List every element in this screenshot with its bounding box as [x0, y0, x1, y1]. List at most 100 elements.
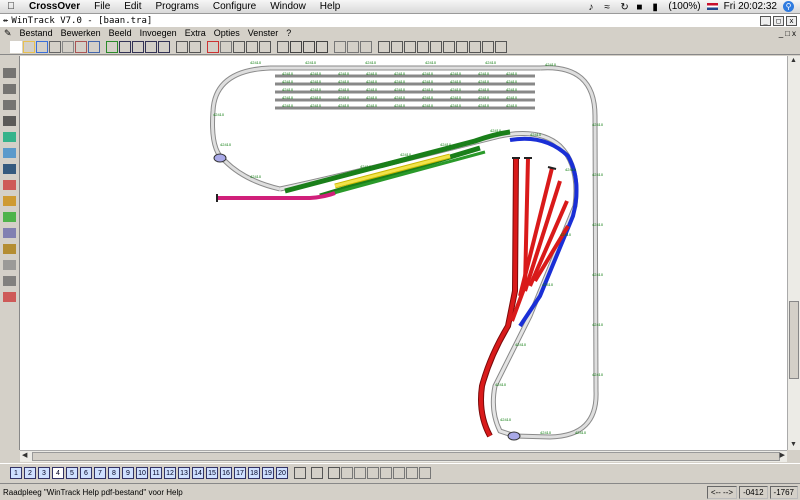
menu-venster[interactable]: Venster [244, 28, 283, 38]
block-2-icon[interactable] [347, 40, 359, 53]
doc-close-button[interactable]: x [792, 29, 796, 38]
align-7-icon[interactable] [482, 40, 494, 53]
layer-button-11[interactable]: 11 [150, 466, 162, 479]
minimize-button[interactable]: _ [760, 15, 771, 26]
doc-minimize-button[interactable]: _ [779, 29, 783, 38]
paste-icon[interactable] [259, 40, 271, 53]
zoom-window-icon[interactable] [145, 40, 157, 53]
battery-icon[interactable]: ▮ [652, 2, 662, 13]
redo-icon[interactable] [189, 40, 201, 53]
layer-button-13[interactable]: 13 [178, 466, 190, 479]
flex-track-3-icon[interactable] [3, 100, 16, 110]
layer-button-4[interactable]: 4 [52, 466, 64, 479]
level-icon[interactable] [3, 260, 16, 270]
menu-programs[interactable]: Programs [149, 1, 206, 12]
layer-stack-icon[interactable] [294, 466, 306, 479]
track-plan-svg[interactable]: 42410 42410 42410 42410 42410 42410 42410 42410… [20, 56, 787, 450]
block-1-icon[interactable] [334, 40, 346, 53]
curve-icon[interactable] [303, 40, 315, 53]
menu-help[interactable]: Help [313, 1, 348, 12]
measure-icon[interactable] [3, 276, 16, 286]
layer-button-14[interactable]: 14 [192, 466, 204, 479]
terrain-icon[interactable] [3, 244, 16, 254]
spotlight-icon[interactable]: ⚲ [783, 1, 794, 12]
zoom-out-icon[interactable] [119, 40, 131, 53]
buffer-bottom[interactable] [507, 431, 521, 441]
scroll-down-arrow-icon[interactable]: ▼ [790, 440, 797, 450]
status-nav[interactable]: <-- --> [706, 485, 738, 499]
menu-file[interactable]: File [87, 1, 117, 12]
layer-button-20[interactable]: 20 [276, 466, 288, 479]
layer-button-5[interactable]: 5 [66, 466, 78, 479]
align-6-icon[interactable] [469, 40, 481, 53]
layer-button-19[interactable]: 19 [262, 466, 274, 479]
buffer-left[interactable] [213, 153, 227, 163]
tree-icon[interactable] [3, 212, 16, 222]
layer-button-10[interactable]: 10 [136, 466, 148, 479]
maximize-button[interactable]: □ [773, 15, 784, 26]
menu-extra[interactable]: Extra [181, 28, 210, 38]
menu-opties[interactable]: Opties [210, 28, 244, 38]
copy-icon[interactable] [246, 40, 258, 53]
sync-icon[interactable]: ↻ [620, 2, 630, 13]
delete-icon[interactable] [207, 40, 219, 53]
layer-button-8[interactable]: 8 [108, 466, 120, 479]
flex-icon[interactable] [316, 40, 328, 53]
close-button[interactable]: x [786, 15, 797, 26]
apple-icon[interactable]:  [0, 1, 22, 12]
house-icon[interactable] [3, 196, 16, 206]
track-drawing-canvas[interactable]: 42410 42410 42410 42410 42410 42410 42410 42410… [20, 56, 787, 450]
layer-button-15[interactable]: 15 [206, 466, 218, 479]
flex-track-icon[interactable] [3, 68, 16, 78]
track-pink[interactable] [216, 191, 336, 202]
scenery-icon[interactable] [3, 132, 16, 142]
measure-icon[interactable] [378, 40, 390, 53]
view-1-icon[interactable] [341, 466, 353, 479]
align-2-icon[interactable] [417, 40, 429, 53]
yard-sidings[interactable]: 42410 42410 42410 42410 42410 42410 42410 42410… [275, 71, 535, 110]
flag-nl-icon[interactable] [706, 3, 718, 10]
text-icon[interactable] [3, 164, 16, 174]
cut-icon[interactable] [233, 40, 245, 53]
snap-icon[interactable] [277, 40, 289, 53]
picture-icon[interactable] [106, 40, 118, 53]
flex-track-2-icon[interactable] [3, 84, 16, 94]
menu-window[interactable]: Window [263, 1, 313, 12]
align-5-icon[interactable] [456, 40, 468, 53]
view-2-icon[interactable] [354, 466, 366, 479]
open-icon[interactable] [23, 40, 35, 53]
scroll-up-arrow-icon[interactable]: ▲ [790, 56, 797, 66]
menu-app-name[interactable]: CrossOver [22, 1, 87, 12]
layer-button-17[interactable]: 17 [234, 466, 246, 479]
paint-icon[interactable] [3, 292, 16, 302]
align-1-icon[interactable] [404, 40, 416, 53]
scroll-left-arrow-icon[interactable]: ◀ [22, 451, 27, 461]
new-icon[interactable] [10, 40, 22, 53]
layer-button-18[interactable]: 18 [248, 466, 260, 479]
view-5-icon[interactable] [393, 466, 405, 479]
help-icon[interactable] [88, 40, 100, 53]
layer-button-9[interactable]: 9 [122, 466, 134, 479]
menu-beeld[interactable]: Beeld [105, 28, 136, 38]
copy-page-icon[interactable] [75, 40, 87, 53]
align-4-icon[interactable] [443, 40, 455, 53]
layer-button-2[interactable]: 2 [24, 466, 36, 479]
horizontal-scrollbar[interactable]: ◀ ▶ [20, 450, 787, 462]
print-icon[interactable] [49, 40, 61, 53]
menu-invoegen[interactable]: Invoegen [136, 28, 181, 38]
view-7-icon[interactable] [419, 466, 431, 479]
layer-button-12[interactable]: 12 [164, 466, 176, 479]
save-icon[interactable] [36, 40, 48, 53]
layer-colors-icon[interactable] [311, 466, 323, 479]
layer-button-1[interactable]: 1 [10, 466, 22, 479]
view-4-icon[interactable] [380, 466, 392, 479]
station-icon[interactable] [3, 228, 16, 238]
doc-icon[interactable]: ✎ [0, 28, 16, 39]
wifi-icon[interactable]: ≈ [604, 2, 614, 13]
view-6-icon[interactable] [406, 466, 418, 479]
context-help-icon[interactable] [495, 40, 507, 53]
zoom-fit-icon[interactable] [158, 40, 170, 53]
ruler-icon[interactable] [391, 40, 403, 53]
align-3-icon[interactable] [430, 40, 442, 53]
layer-button-3[interactable]: 3 [38, 466, 50, 479]
